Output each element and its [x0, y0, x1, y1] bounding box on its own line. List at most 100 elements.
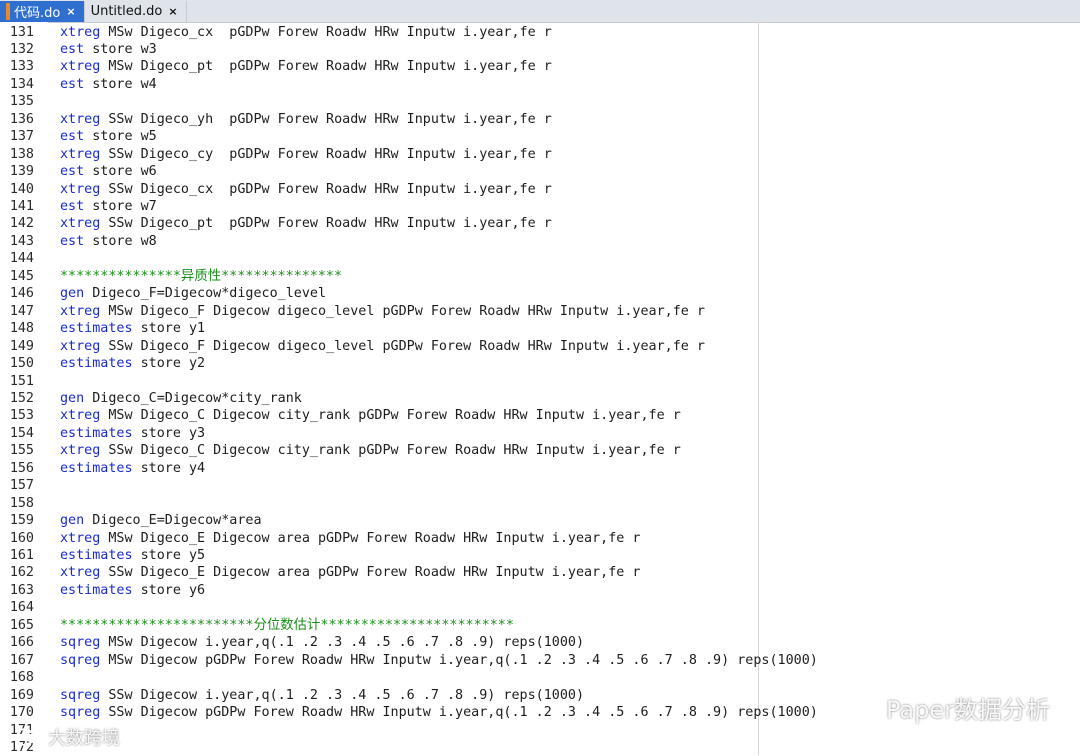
tab-main-do[interactable]: 代码.do ×	[0, 1, 85, 22]
code-text: xtreg MSw Digeco_E Digecow area pGDPw Fo…	[60, 530, 640, 547]
line-number: 153	[9, 408, 34, 424]
code-arguments: SSw Digeco_pt pGDPw Forew Roadw HRw Inpu…	[100, 216, 552, 232]
code-arguments: store w5	[84, 129, 157, 145]
line-number: 137	[9, 129, 34, 145]
line-number: 138	[9, 146, 34, 162]
code-line[interactable]: 156 estimates store y4	[0, 460, 1080, 477]
code-line[interactable]: 133 xtreg MSw Digeco_pt pGDPw Forew Roadw…	[0, 58, 1080, 75]
code-line[interactable]: 151	[0, 373, 1080, 390]
code-line[interactable]: 143 est store w8	[0, 233, 1080, 250]
code-line[interactable]: 154 estimates store y3	[0, 425, 1080, 442]
code-arguments: MSw Digeco_C Digecow city_rank pGDPw For…	[100, 408, 681, 424]
code-line[interactable]: 147 xtreg MSw Digeco_F Digecow digeco_lev…	[0, 303, 1080, 320]
code-keyword: sqreg	[60, 635, 101, 651]
code-keyword: est	[60, 76, 85, 92]
code-line[interactable]: 164	[0, 599, 1080, 616]
code-line[interactable]: 136 xtreg SSw Digeco_yh pGDPw Forew Roadw…	[0, 111, 1080, 128]
code-keyword: estimates	[60, 582, 133, 598]
code-line[interactable]: 158	[0, 495, 1080, 512]
code-line[interactable]: 153 xtreg MSw Digeco_C Digecow city_rank …	[0, 407, 1080, 424]
code-line[interactable]: 137 est store w5	[0, 128, 1080, 145]
code-keyword: gen	[60, 286, 85, 302]
code-keyword: estimates	[60, 321, 133, 337]
code-line[interactable]: 157	[0, 477, 1080, 494]
code-line[interactable]: 172	[0, 739, 1080, 756]
code-text: ***************异质性***************	[60, 268, 342, 285]
code-arguments: store w6	[84, 164, 157, 180]
code-line[interactable]: 141 est store w7	[0, 198, 1080, 215]
code-text: xtreg MSw Digeco_F Digecow digeco_level …	[60, 303, 705, 320]
code-text: est store w6	[60, 163, 157, 180]
line-number: 148	[9, 321, 34, 337]
code-text: estimates store y6	[60, 582, 205, 599]
line-number: 140	[9, 181, 34, 197]
code-comment: ************************分位数估计***********…	[60, 617, 514, 633]
code-line[interactable]: 165 ************************分位数估计********…	[0, 617, 1080, 634]
code-text: xtreg SSw Digeco_cx pGDPw Forew Roadw HR…	[60, 181, 552, 198]
code-text: est store w8	[60, 233, 157, 250]
code-line[interactable]: 138 xtreg SSw Digeco_cy pGDPw Forew Roadw…	[0, 146, 1080, 163]
code-keyword: xtreg	[60, 303, 101, 319]
code-keyword: estimates	[60, 460, 133, 476]
code-line[interactable]: 167 sqreg MSw Digecow pGDPw Forew Roadw H…	[0, 652, 1080, 669]
code-keyword: xtreg	[60, 408, 101, 424]
code-line[interactable]: 139 est store w6	[0, 163, 1080, 180]
code-line[interactable]: 168	[0, 669, 1080, 686]
logo-icon	[16, 728, 38, 746]
code-line[interactable]: 161 estimates store y5	[0, 547, 1080, 564]
watermark-text: Paper数据分析	[886, 696, 1050, 724]
line-number: 132	[9, 41, 34, 57]
code-keyword: sqreg	[60, 687, 101, 703]
code-line[interactable]: 150 estimates store y2	[0, 355, 1080, 372]
code-arguments: MSw Digeco_cx pGDPw Forew Roadw HRw Inpu…	[100, 24, 552, 40]
code-line[interactable]: 159 gen Digeco_E=Digecow*area	[0, 512, 1080, 529]
code-line[interactable]: 132 est store w3	[0, 41, 1080, 58]
code-arguments: MSw Digecow pGDPw Forew Roadw HRw Inputw…	[100, 652, 818, 668]
code-keyword: estimates	[60, 425, 133, 441]
code-line[interactable]: 160 xtreg MSw Digeco_E Digecow area pGDPw…	[0, 530, 1080, 547]
line-number: 155	[9, 443, 34, 459]
line-number: 164	[9, 600, 34, 616]
code-line[interactable]: 146 gen Digeco_F=Digecow*digeco_level	[0, 285, 1080, 302]
code-line[interactable]: 155 xtreg SSw Digeco_C Digecow city_rank …	[0, 442, 1080, 459]
tab-bar: 代码.do × Untitled.do ×	[0, 0, 1080, 23]
code-arguments: MSw Digecow i.year,q(.1 .2 .3 .4 .5 .6 .…	[100, 635, 585, 651]
code-line[interactable]: 131 xtreg MSw Digeco_cx pGDPw Forew Roadw…	[0, 24, 1080, 41]
code-line[interactable]: 142 xtreg SSw Digeco_pt pGDPw Forew Roadw…	[0, 215, 1080, 232]
code-arguments: SSw Digeco_yh pGDPw Forew Roadw HRw Inpu…	[100, 111, 552, 127]
code-line[interactable]: 134 est store w4	[0, 76, 1080, 93]
code-line[interactable]: 140 xtreg SSw Digeco_cx pGDPw Forew Roadw…	[0, 181, 1080, 198]
line-number: 163	[9, 582, 34, 598]
code-text: estimates store y2	[60, 355, 205, 372]
line-number: 165	[9, 617, 34, 633]
tab-close-icon[interactable]: ×	[168, 5, 177, 18]
code-keyword: xtreg	[60, 111, 101, 127]
code-line[interactable]: 135	[0, 93, 1080, 110]
code-arguments: SSw Digeco_cx pGDPw Forew Roadw HRw Inpu…	[100, 181, 552, 197]
code-line[interactable]: 162 xtreg SSw Digeco_E Digecow area pGDPw…	[0, 564, 1080, 581]
code-arguments: MSw Digeco_pt pGDPw Forew Roadw HRw Inpu…	[100, 59, 552, 75]
code-line[interactable]: 145 ***************异质性***************	[0, 268, 1080, 285]
code-keyword: gen	[60, 513, 85, 529]
code-keyword: gen	[60, 390, 85, 406]
tab-close-icon[interactable]: ×	[66, 5, 75, 18]
code-keyword: estimates	[60, 356, 133, 372]
tab-modified-marker	[6, 3, 10, 20]
code-comment: ***************异质性***************	[60, 268, 343, 284]
code-line[interactable]: 148 estimates store y1	[0, 320, 1080, 337]
line-number: 151	[9, 373, 34, 389]
tab-untitled-do[interactable]: Untitled.do ×	[85, 1, 187, 22]
code-line[interactable]: 149 xtreg SSw Digeco_F Digecow digeco_lev…	[0, 338, 1080, 355]
code-line[interactable]: 166 sqreg MSw Digecow i.year,q(.1 .2 .3 .…	[0, 634, 1080, 651]
code-line[interactable]: 163 estimates store y6	[0, 582, 1080, 599]
code-arguments: SSw Digeco_cy pGDPw Forew Roadw HRw Inpu…	[100, 146, 552, 162]
code-arguments: store y2	[132, 356, 206, 372]
code-editor[interactable]: 131 xtreg MSw Digeco_cx pGDPw Forew Roadw…	[0, 22, 1080, 755]
code-line[interactable]: 152 gen Digeco_C=Digecow*city_rank	[0, 390, 1080, 407]
line-number: 167	[9, 652, 34, 668]
line-number: 169	[9, 687, 34, 703]
code-arguments: store y1	[132, 321, 206, 337]
code-line[interactable]: 144	[0, 250, 1080, 267]
line-number: 136	[9, 111, 34, 127]
code-text: estimates store y4	[60, 460, 205, 477]
